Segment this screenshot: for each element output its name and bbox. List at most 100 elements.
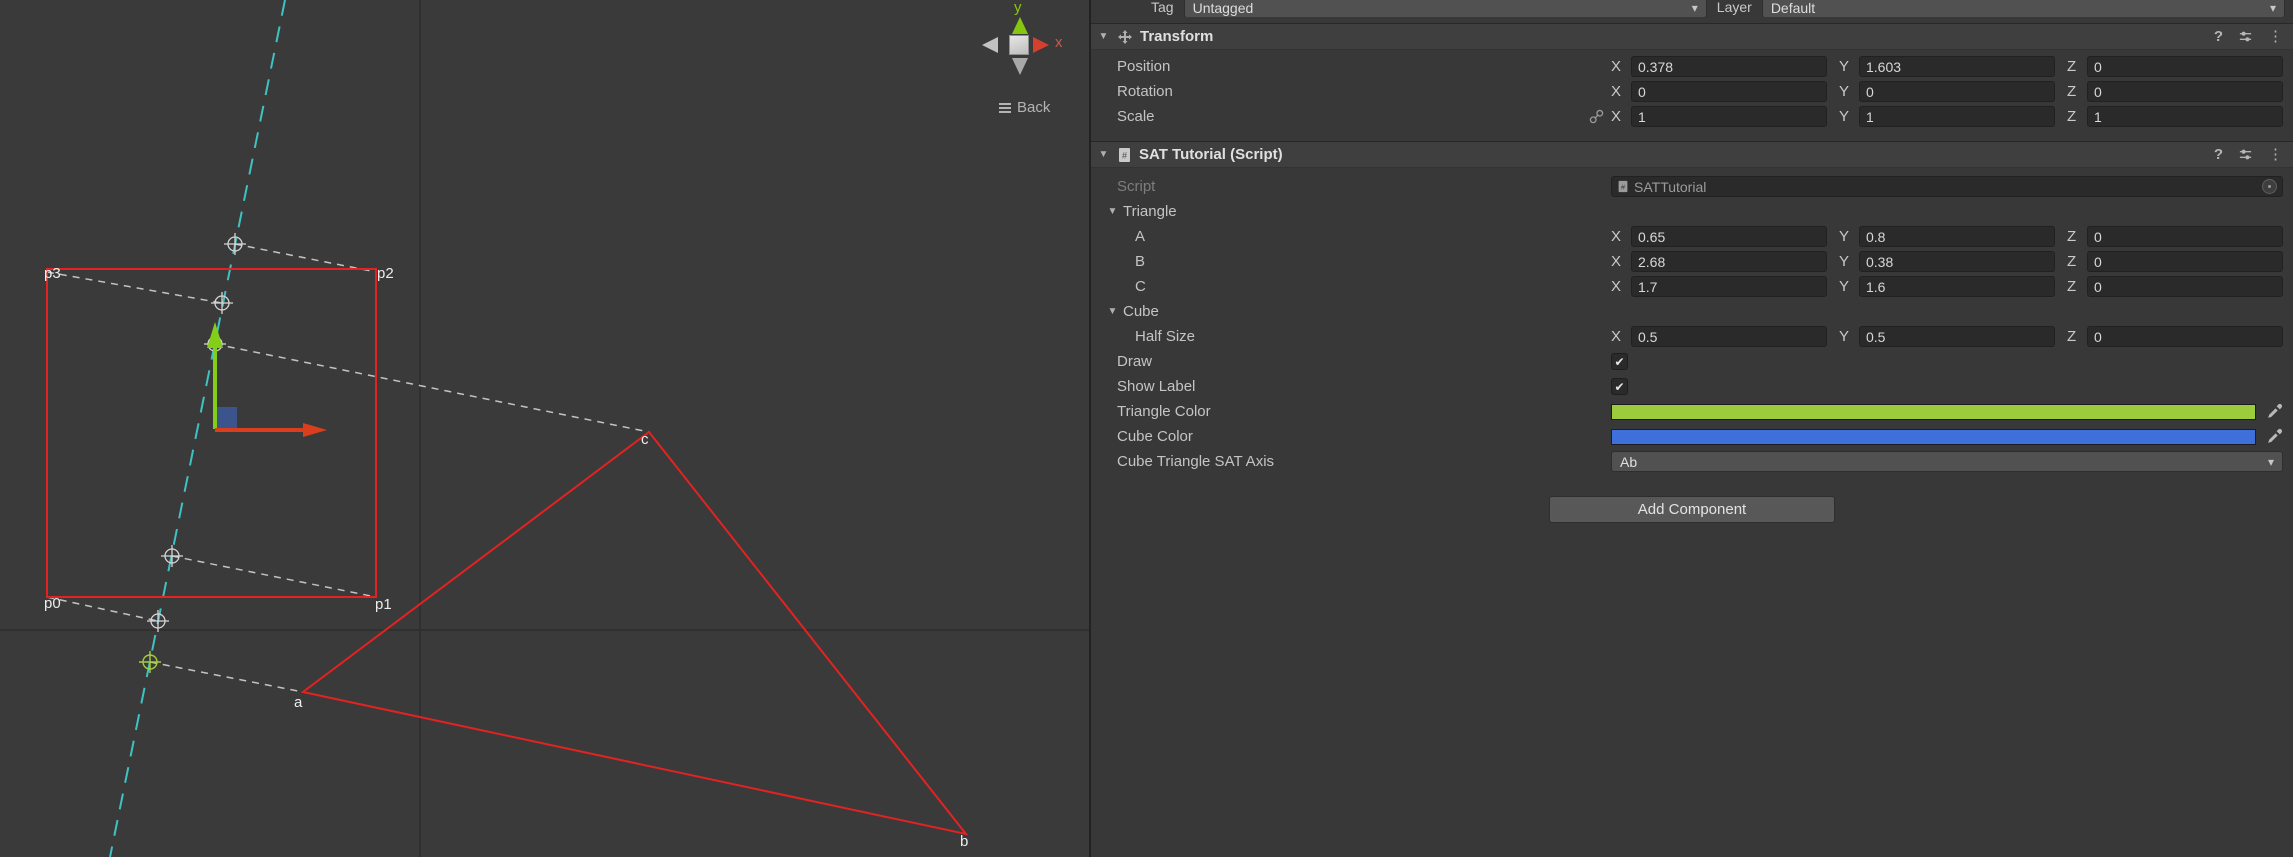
- tag-value: Untagged: [1192, 0, 1254, 16]
- rotation-y-value: 0: [1866, 83, 1874, 100]
- rotation-label[interactable]: Rotation: [1117, 83, 1611, 100]
- row-sat-axis: Cube Triangle SAT Axis Ab ▾: [1091, 449, 2293, 474]
- scale-x-field[interactable]: 1: [1631, 106, 1827, 127]
- scale-y-field[interactable]: 1: [1859, 106, 2055, 127]
- triangle-color-swatch[interactable]: [1611, 403, 2256, 420]
- axis-z-label: Z: [2067, 108, 2077, 125]
- half-size-label[interactable]: Half Size: [1135, 328, 1611, 345]
- foldout-icon[interactable]: ▼: [1106, 306, 1119, 317]
- vector-c-x-field[interactable]: 1.7: [1631, 276, 1827, 297]
- position-z-field[interactable]: 0: [2087, 56, 2283, 77]
- scene-view[interactable]: p3 p2 p0 p1 a b c y x Back: [0, 0, 1091, 857]
- add-component-button[interactable]: Add Component: [1549, 496, 1835, 523]
- gizmo-center-cube-icon[interactable]: [1009, 35, 1029, 55]
- half-size-y-field[interactable]: 0.5: [1859, 326, 2055, 347]
- script-value: SATTutorial: [1634, 178, 1707, 195]
- triangle-color-label: Triangle Color: [1117, 403, 1211, 420]
- half-size-z-field[interactable]: 0: [2087, 326, 2283, 347]
- rotation-y-field[interactable]: 0: [1859, 81, 2055, 102]
- vector-b-z-field[interactable]: 0: [2087, 251, 2283, 272]
- kebab-menu-icon[interactable]: ⋮: [2268, 147, 2283, 162]
- help-icon[interactable]: ?: [2214, 147, 2223, 162]
- vector-c-z-field[interactable]: 0: [2087, 276, 2283, 297]
- tag-dropdown[interactable]: Untagged ▾: [1183, 0, 1707, 17]
- half-size-y-value: 0.5: [1866, 328, 1886, 345]
- cube-foldout[interactable]: ▼ Cube: [1091, 299, 2293, 324]
- draw-label: Draw: [1117, 353, 1153, 370]
- scene-orientation-gizmo[interactable]: y x Back: [975, 0, 1089, 125]
- axis-y-label: Y: [1839, 328, 1850, 345]
- projection-marker-p0[interactable]: [147, 610, 169, 632]
- sat-axis-dropdown[interactable]: Ab ▾: [1611, 451, 2283, 472]
- transform-header[interactable]: ▼ Transform ? ⋮: [1091, 23, 2293, 50]
- axis-y-label: Y: [1839, 278, 1850, 295]
- vector-a-z-field[interactable]: 0: [2087, 226, 2283, 247]
- vector-c-y-field[interactable]: 1.6: [1859, 276, 2055, 297]
- rotation-z-field[interactable]: 0: [2087, 81, 2283, 102]
- projection-marker-p1[interactable]: [161, 545, 183, 567]
- presets-icon[interactable]: [2238, 29, 2253, 44]
- position-x-field[interactable]: 0.378: [1631, 56, 1827, 77]
- axis-y-label: Y: [1839, 83, 1850, 100]
- gizmo-left-axis-cone-icon[interactable]: [982, 37, 998, 53]
- axis-x-label: X: [1611, 108, 1622, 125]
- vector-c-x-value: 1.7: [1638, 278, 1658, 295]
- scale-label[interactable]: Scale: [1117, 108, 1589, 125]
- foldout-icon[interactable]: ▼: [1097, 31, 1110, 42]
- gizmo-down-axis-cone-icon[interactable]: [1012, 58, 1028, 75]
- eyedropper-icon[interactable]: [2266, 428, 2283, 445]
- gizmo-view-label: Back: [1017, 99, 1051, 116]
- layer-value: Default: [1770, 0, 1816, 16]
- position-label[interactable]: Position: [1117, 58, 1611, 75]
- scale-y-value: 1: [1866, 108, 1874, 125]
- triangle-foldout[interactable]: ▼ Triangle: [1091, 199, 2293, 224]
- scale-x-value: 1: [1638, 108, 1646, 125]
- vector-b-z-value: 0: [2094, 253, 2102, 270]
- foldout-icon[interactable]: ▼: [1106, 206, 1119, 217]
- foldout-icon[interactable]: ▼: [1097, 149, 1110, 160]
- triangle-outline: [300, 430, 969, 836]
- script-object-field[interactable]: # SATTutorial: [1611, 176, 2283, 197]
- row-triangle-color: Triangle Color: [1091, 399, 2293, 424]
- draw-checkbox[interactable]: ✔: [1611, 353, 1628, 370]
- label-p1: p1: [375, 596, 392, 613]
- move-gizmo-plane-handle[interactable]: [215, 407, 237, 429]
- object-picker-icon[interactable]: [2262, 179, 2277, 194]
- axis-z-label: Z: [2067, 228, 2077, 245]
- projection-marker-p2[interactable]: [224, 233, 246, 255]
- scale-z-field[interactable]: 1: [2087, 106, 2283, 127]
- vector-b-y-field[interactable]: 0.38: [1859, 251, 2055, 272]
- vector-a-x-field[interactable]: 0.65: [1631, 226, 1827, 247]
- gizmo-view-menu[interactable]: Back: [999, 99, 1050, 116]
- axis-z-label: Z: [2067, 83, 2077, 100]
- eyedropper-icon[interactable]: [2266, 403, 2283, 420]
- sat-tutorial-header[interactable]: ▼ # SAT Tutorial (Script) ? ⋮: [1091, 141, 2293, 168]
- rotation-x-field[interactable]: 0: [1631, 81, 1827, 102]
- gizmo-x-axis-label: x: [1055, 34, 1063, 51]
- link-scale-icon[interactable]: [1589, 109, 1611, 124]
- script-icon: #: [1617, 180, 1629, 193]
- row-vector-a: A X 0.65 Y 0.8 Z 0: [1091, 224, 2293, 249]
- vector-b-x-value: 2.68: [1638, 253, 1666, 270]
- projection-marker-ab[interactable]: [139, 651, 161, 673]
- unity-editor-window: p3 p2 p0 p1 a b c y x Back Tag Untagged …: [0, 0, 2293, 857]
- layer-dropdown[interactable]: Default ▾: [1761, 0, 2286, 17]
- vector-c-label[interactable]: C: [1135, 278, 1611, 295]
- presets-icon[interactable]: [2238, 147, 2253, 162]
- axis-z-label: Z: [2067, 58, 2077, 75]
- projection-marker-p3[interactable]: [211, 292, 233, 314]
- vector-b-label[interactable]: B: [1135, 253, 1611, 270]
- position-y-field[interactable]: 1.603: [1859, 56, 2055, 77]
- vector-a-label[interactable]: A: [1135, 228, 1611, 245]
- row-cube-color: Cube Color: [1091, 424, 2293, 449]
- gizmo-x-axis-cone-icon[interactable]: [1033, 37, 1049, 53]
- kebab-menu-icon[interactable]: ⋮: [2268, 29, 2283, 44]
- show-label-checkbox[interactable]: ✔: [1611, 378, 1628, 395]
- gizmo-y-axis-cone-icon[interactable]: [1012, 17, 1028, 34]
- half-size-x-field[interactable]: 0.5: [1631, 326, 1827, 347]
- component-title: Transform: [1140, 28, 1214, 45]
- vector-a-y-field[interactable]: 0.8: [1859, 226, 2055, 247]
- vector-b-x-field[interactable]: 2.68: [1631, 251, 1827, 272]
- cube-color-swatch[interactable]: [1611, 428, 2256, 445]
- help-icon[interactable]: ?: [2214, 29, 2223, 44]
